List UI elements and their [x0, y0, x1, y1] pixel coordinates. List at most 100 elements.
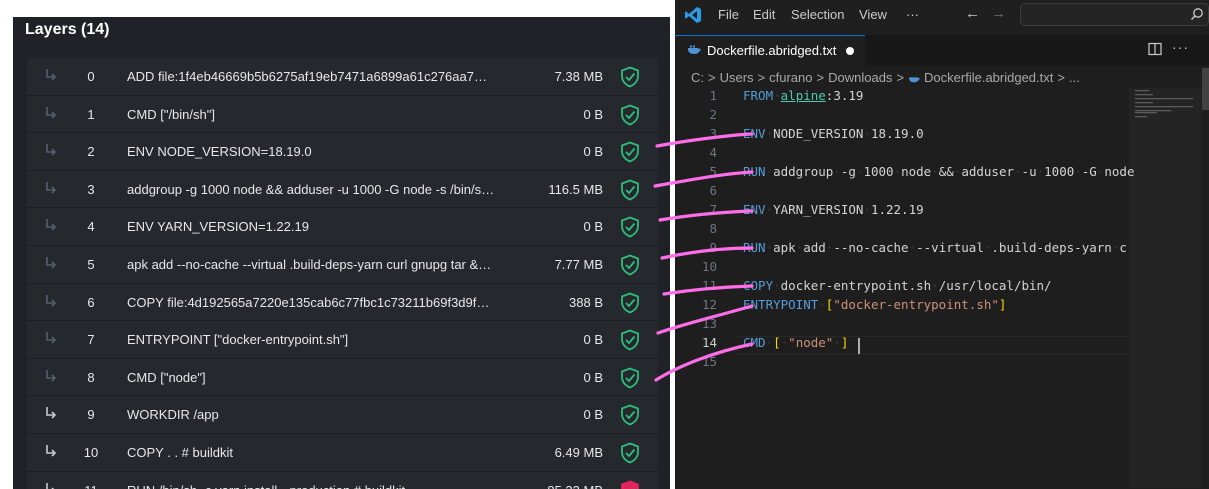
layer-row[interactable]: 9 WORKDIR /app 0 B — [27, 396, 658, 434]
code-line[interactable]: 9 RUN·apk·add·--no-cache·--virtual·.build… — [675, 240, 1129, 259]
layer-size: 85.33 MB — [547, 483, 603, 489]
menu-more[interactable]: ··· — [906, 7, 919, 22]
code-line[interactable]: 4 — [675, 145, 1129, 164]
line-text: RUN·apk·add·--no-cache·--virtual·.build-… — [743, 240, 1127, 255]
token: · — [1014, 164, 1022, 179]
command-center-search[interactable] — [1020, 3, 1209, 26]
code-line[interactable]: 2 — [675, 107, 1129, 126]
shield-check-icon[interactable] — [620, 404, 640, 426]
layer-index: 1 — [87, 106, 95, 122]
layer-row[interactable]: 10 COPY . . # buildkit 6.49 MB — [27, 433, 658, 472]
shield-check-icon[interactable] — [620, 367, 640, 389]
breadcrumb-drive[interactable]: C: — [691, 70, 704, 85]
menu-edit[interactable]: Edit — [753, 7, 775, 22]
code-line[interactable]: 5 RUN·addgroup·-g·1000·node·&&·adduser·-u… — [675, 164, 1134, 183]
layer-row[interactable]: 4 ENV YARN_VERSION=1.22.19 0 B — [27, 208, 658, 246]
token: --no-cache — [833, 240, 909, 255]
token: c — [1119, 240, 1127, 255]
shield-check-icon[interactable] — [620, 179, 640, 201]
line-text: ENV·NODE_VERSION·18.19.0 — [743, 126, 924, 141]
layer-index: 2 — [87, 144, 95, 160]
token: · — [908, 240, 917, 255]
menu-file[interactable]: File — [718, 7, 739, 22]
token: :3.19 — [825, 88, 864, 103]
breadcrumb-file[interactable]: Dockerfile.abridged.txt — [924, 70, 1053, 85]
child-arrow-icon — [46, 332, 57, 344]
scrollbar-thumb[interactable] — [1202, 68, 1209, 110]
token: -G — [1081, 164, 1097, 179]
token: · — [773, 278, 781, 293]
tab-dockerfile[interactable]: Dockerfile.abridged.txt — [675, 35, 865, 65]
shield-check-icon[interactable] — [620, 254, 640, 276]
shield-check-icon[interactable] — [620, 292, 640, 314]
token: adduser — [961, 164, 1015, 179]
shield-check-icon[interactable] — [620, 216, 640, 238]
layer-command: ADD file:1f4eb46669b5b6275af19eb7471a689… — [127, 69, 487, 84]
layer-command: COPY . . # buildkit — [127, 444, 233, 460]
token: · — [765, 164, 774, 179]
tab-bar: Dockerfile.abridged.txt ··· — [675, 35, 1209, 65]
code-line[interactable]: 13 — [675, 316, 1129, 335]
layer-row[interactable]: 2 ENV NODE_VERSION=18.19.0 0 B — [27, 133, 658, 171]
shield-warning-icon[interactable] — [620, 480, 640, 489]
code-line[interactable]: 7 ENV·YARN_VERSION·1.22.19 — [675, 202, 1129, 221]
layer-command: COPY file:4d192565a7220e135cab6c77fbc1c7… — [127, 294, 490, 310]
shield-check-icon[interactable] — [620, 442, 640, 464]
menu-view[interactable]: View — [859, 7, 887, 22]
split-editor-icon[interactable] — [1148, 42, 1162, 56]
minimap[interactable] — [1133, 88, 1197, 148]
layer-row[interactable]: 7 ENTRYPOINT ["docker-entrypoint.sh"] 0 … — [27, 321, 658, 359]
layer-row[interactable]: 11 RUN /bin/sh -c yarn install --product… — [27, 471, 658, 489]
code-line[interactable]: 1 FROM·alpine:3.19 — [675, 88, 1129, 107]
layer-command: apk add --no-cache --virtual .build-deps… — [127, 256, 492, 272]
breadcrumb-symbols[interactable]: ... — [1069, 70, 1080, 85]
line-number: 10 — [701, 259, 717, 274]
current-line-highlight — [735, 336, 1129, 355]
menu-selection[interactable]: Selection — [791, 7, 844, 22]
layer-row[interactable]: 0 ADD file:1f4eb46669b5b6275af19eb7471a6… — [27, 58, 658, 96]
minimap-slider[interactable] — [1129, 88, 1201, 488]
layer-row[interactable]: 1 CMD ["/bin/sh"] 0 B — [27, 95, 658, 134]
forward-arrow-icon[interactable]: → — [991, 5, 1006, 22]
shield-check-icon[interactable] — [620, 66, 640, 88]
layer-size: 0 B — [583, 106, 603, 122]
shield-check-icon[interactable] — [620, 329, 640, 351]
shield-check-icon[interactable] — [620, 104, 640, 126]
token: · — [931, 164, 939, 179]
code-line[interactable]: 3 ENV·NODE_VERSION·18.19.0 — [675, 126, 1129, 145]
layer-row[interactable]: 5 apk add --no-cache --virtual .build-de… — [27, 245, 658, 284]
back-arrow-icon[interactable]: ← — [965, 5, 980, 22]
line-number: 11 — [701, 278, 717, 293]
layer-row[interactable]: 6 COPY file:4d192565a7220e135cab6c77fbc1… — [27, 283, 658, 322]
shield-check-icon[interactable] — [620, 141, 640, 163]
more-actions-icon[interactable]: ··· — [1172, 39, 1189, 55]
layer-row[interactable]: 3 addgroup -g 1000 node && adduser -u 10… — [27, 170, 658, 209]
layer-row[interactable]: 8 CMD ["node"] 0 B — [27, 358, 658, 397]
line-text: ENV·YARN_VERSION·1.22.19 — [743, 202, 924, 217]
code-line[interactable]: 15 — [675, 354, 1129, 373]
vertical-scrollbar[interactable] — [1201, 68, 1209, 489]
code-editor[interactable]: 1 FROM·alpine:3.19 2 3 ENV·NODE_VERSION·18.1… — [675, 88, 1135, 489]
token: "docker-entrypoint.sh" — [833, 297, 999, 312]
child-arrow-icon — [46, 369, 57, 382]
layer-index: 0 — [87, 69, 95, 84]
code-line[interactable]: 12 ENTRYPOINT·["docker-entrypoint.sh"] — [675, 297, 1129, 316]
unsaved-dot-icon[interactable] — [846, 47, 854, 55]
layer-index: 10 — [83, 444, 99, 460]
layers-table: 0 ADD file:1f4eb46669b5b6275af19eb7471a6… — [27, 58, 658, 489]
breadcrumb-downloads[interactable]: Downloads — [828, 70, 892, 85]
child-arrow-icon — [46, 256, 57, 269]
breadcrumb-users[interactable]: Users — [720, 70, 754, 85]
child-arrow-icon — [46, 294, 57, 307]
layers-title: Layers (14) — [25, 21, 110, 38]
code-line[interactable]: 6 — [675, 183, 1129, 202]
token: · — [773, 88, 781, 103]
breadcrumb-user[interactable]: cfurano — [769, 70, 812, 85]
code-line[interactable]: 11 COPY·docker-entrypoint.sh·/usr/local/b… — [675, 278, 1129, 297]
token: RUN — [743, 164, 766, 179]
token: · — [833, 164, 841, 179]
code-line[interactable]: 10 — [675, 259, 1129, 278]
layer-size: 0 B — [583, 332, 603, 348]
code-line[interactable]: 8 — [675, 221, 1129, 240]
layer-command: addgroup -g 1000 node && adduser -u 1000… — [127, 181, 495, 197]
